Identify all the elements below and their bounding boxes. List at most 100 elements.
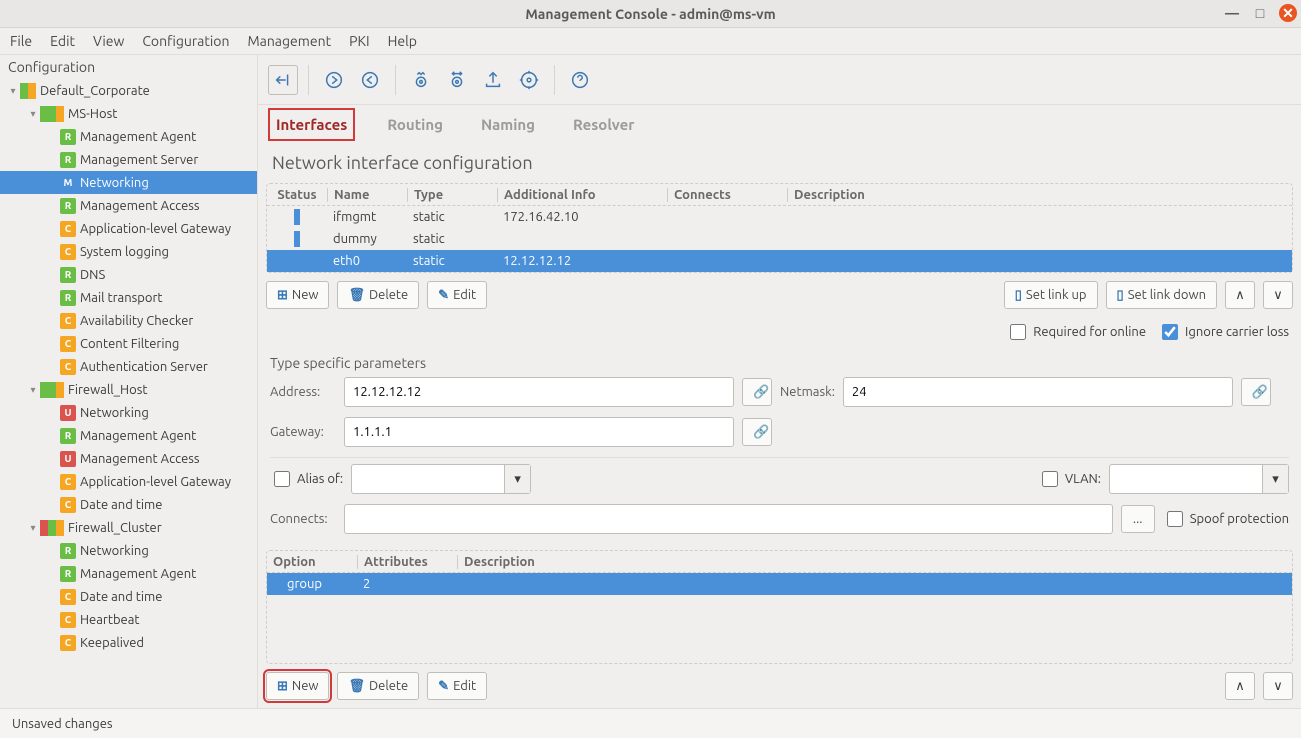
th-connects[interactable]: Connects [667, 188, 787, 202]
tree-item-label: Management Agent [80, 567, 196, 581]
th-attributes[interactable]: Attributes [357, 555, 457, 569]
tree-item[interactable]: CApplication-level Gateway [0, 217, 257, 240]
tab-naming[interactable]: Naming [475, 110, 541, 139]
move-up-button[interactable]: ∧ [1225, 672, 1255, 700]
node-type-icon: R [60, 129, 76, 145]
delete-button[interactable]: 🗑Delete [337, 281, 419, 309]
tree-item[interactable]: CKeepalived [0, 631, 257, 654]
edit-button[interactable]: ✎Edit [427, 281, 487, 309]
tree-item[interactable]: ▾MS-Host [0, 102, 257, 125]
ignore-carrier-checkbox[interactable]: Ignore carrier loss [1158, 321, 1289, 343]
move-down-button[interactable]: ∨ [1263, 672, 1293, 700]
tree-item[interactable]: CHeartbeat [0, 608, 257, 631]
menu-configuration[interactable]: Configuration [142, 33, 229, 49]
tab-resolver[interactable]: Resolver [567, 110, 640, 139]
menu-management[interactable]: Management [247, 33, 331, 49]
th-type[interactable]: Type [407, 188, 497, 202]
tree-item[interactable]: CApplication-level Gateway [0, 470, 257, 493]
netmask-label: Netmask: [780, 385, 835, 399]
tree-item[interactable]: RManagement Server [0, 148, 257, 171]
close-icon[interactable]: ✕ [1279, 4, 1297, 22]
collapse-up-button[interactable]: ∧ [1225, 281, 1255, 309]
spoof-protection-checkbox[interactable]: Spoof protection [1163, 508, 1289, 530]
menu-view[interactable]: View [93, 33, 124, 49]
tree-item[interactable]: RManagement Agent [0, 562, 257, 585]
connects-input[interactable] [344, 504, 1113, 534]
delete-option-button[interactable]: 🗑Delete [337, 672, 419, 700]
interface-row[interactable]: eth0 static 12.12.12.12 [267, 250, 1292, 272]
tree-item-label: Mail transport [80, 291, 163, 305]
tree-item[interactable]: RManagement Agent [0, 125, 257, 148]
tree-item[interactable]: ▾Default_Corporate [0, 79, 257, 102]
set-link-up-button[interactable]: ▯Set link up [1004, 281, 1098, 309]
vlan-combo[interactable]: ▾ [1109, 464, 1289, 494]
tree-item[interactable]: UNetworking [0, 401, 257, 424]
tree-item[interactable]: RNetworking [0, 539, 257, 562]
view-settings-icon[interactable] [406, 65, 436, 95]
status-text: Unsaved changes [12, 717, 113, 731]
chevron-down-icon: ▾ [1262, 465, 1288, 493]
tree-item[interactable]: MNetworking [0, 171, 257, 194]
new-option-button[interactable]: ⊞New [266, 672, 329, 700]
tree-item[interactable]: RManagement Agent [0, 424, 257, 447]
menu-pki[interactable]: PKI [349, 33, 369, 49]
vlan-checkbox[interactable]: VLAN: [1038, 468, 1101, 490]
th-status[interactable]: Status [267, 188, 327, 202]
tree-item[interactable]: CAuthentication Server [0, 355, 257, 378]
minimize-icon[interactable]: — [1223, 4, 1241, 22]
required-online-checkbox[interactable]: Required for online [1006, 321, 1146, 343]
alias-of-checkbox[interactable]: Alias of: [270, 468, 343, 490]
tree-item[interactable]: CDate and time [0, 585, 257, 608]
tree-item[interactable]: RDNS [0, 263, 257, 286]
th-name[interactable]: Name [327, 188, 407, 202]
alias-of-combo[interactable]: ▾ [351, 464, 531, 494]
tab-interfaces[interactable]: Interfaces [268, 108, 355, 141]
address-input[interactable] [344, 377, 734, 407]
plus-icon: ⊞ [277, 679, 288, 694]
menu-file[interactable]: File [10, 33, 32, 49]
tree-item[interactable]: UManagement Access [0, 447, 257, 470]
option-row[interactable]: group 2 [267, 573, 1292, 595]
edit-option-button[interactable]: ✎Edit [427, 672, 487, 700]
node-type-icon: R [60, 290, 76, 306]
link-icon: 🔗 [753, 425, 769, 440]
collapse-down-button[interactable]: ∨ [1263, 281, 1293, 309]
th-description[interactable]: Description [787, 188, 1292, 202]
netmask-link-button[interactable]: 🔗 [1241, 378, 1271, 406]
th-description[interactable]: Description [457, 555, 1292, 569]
new-button[interactable]: ⊞New [266, 281, 329, 309]
tab-routing[interactable]: Routing [381, 110, 449, 139]
plus-icon: ⊞ [277, 288, 288, 303]
help-icon[interactable] [565, 65, 595, 95]
menu-edit[interactable]: Edit [50, 33, 75, 49]
set-link-down-button[interactable]: ▯Set link down [1106, 281, 1217, 309]
address-link-button[interactable]: 🔗 [742, 378, 772, 406]
netmask-input[interactable] [843, 377, 1233, 407]
upload-icon[interactable] [478, 65, 508, 95]
tree-item[interactable]: CAvailability Checker [0, 309, 257, 332]
menu-help[interactable]: Help [388, 33, 417, 49]
maximize-icon[interactable]: □ [1251, 4, 1269, 22]
sync-settings-icon[interactable] [442, 65, 472, 95]
tree-item-label: Application-level Gateway [80, 475, 231, 489]
menubar: File Edit View Configuration Management … [0, 28, 1301, 55]
interface-row[interactable]: dummy static [267, 228, 1292, 250]
up-level-icon[interactable] [268, 65, 298, 95]
forward-icon[interactable] [319, 65, 349, 95]
tree-item[interactable]: CDate and time [0, 493, 257, 516]
th-info[interactable]: Additional Info [497, 188, 667, 202]
tree-item[interactable]: ▾Firewall_Cluster [0, 516, 257, 539]
tree-item-label: Management Access [80, 452, 200, 466]
tree-item[interactable]: R Mail transport [0, 286, 257, 309]
gateway-link-button[interactable]: 🔗 [742, 418, 772, 446]
tree-item[interactable]: RManagement Access [0, 194, 257, 217]
th-option[interactable]: Option [267, 555, 357, 569]
global-settings-icon[interactable] [514, 65, 544, 95]
tree-item[interactable]: CContent Filtering [0, 332, 257, 355]
gateway-input[interactable] [344, 417, 734, 447]
tree-item[interactable]: CSystem logging [0, 240, 257, 263]
back-icon[interactable] [355, 65, 385, 95]
tree-item[interactable]: ▾Firewall_Host [0, 378, 257, 401]
interface-row[interactable]: ifmgmt static 172.16.42.10 [267, 206, 1292, 228]
connects-browse-button[interactable]: ... [1121, 505, 1155, 533]
